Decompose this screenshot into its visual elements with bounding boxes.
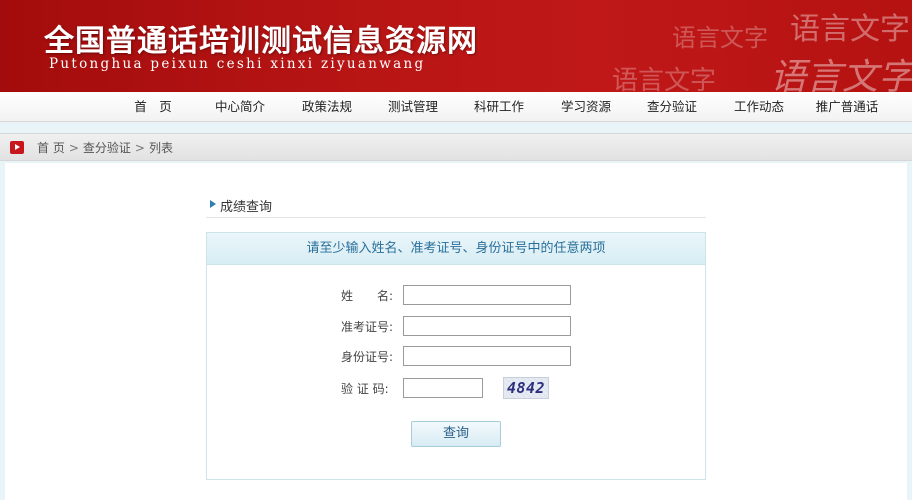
section-title: 成绩查询: [220, 200, 273, 215]
breadcrumb-home[interactable]: 首 页: [37, 141, 65, 155]
name-input[interactable]: [403, 285, 571, 305]
nav-item-news[interactable]: 工作动态: [727, 92, 791, 122]
play-icon: [10, 141, 24, 154]
breadcrumb-bar: 首 页 > 查分验证 > 列表: [0, 133, 912, 161]
site-banner: 语言文字 语言文字 语言文字 语言文字 全国普通话培训测试信息资源网 Puton…: [0, 0, 912, 92]
ticket-number-input[interactable]: [403, 316, 571, 336]
form-row-captcha: 验 证 码: 4842: [207, 377, 707, 400]
banner-decor-text: 语言文字: [672, 24, 768, 52]
captcha-input[interactable]: [403, 378, 483, 398]
banner-decor-text: 语言文字: [612, 66, 717, 92]
id-number-input[interactable]: [403, 346, 571, 366]
nav-item-about[interactable]: 中心简介: [208, 92, 272, 122]
ticket-number-label: 准考证号:: [341, 320, 394, 334]
section-header: 成绩查询: [206, 194, 706, 218]
breadcrumb-separator: >: [68, 141, 79, 155]
nav-item-home[interactable]: 首 页: [124, 92, 182, 122]
form-row-ticket: 准考证号:: [207, 316, 707, 338]
nav-item-policy[interactable]: 政策法规: [295, 92, 359, 122]
nav-item-promote[interactable]: 推广普通话: [810, 92, 884, 122]
triangle-right-icon: [210, 200, 216, 208]
main-nav: 首 页 中心简介 政策法规 测试管理 科研工作 学习资源 查分验证 工作动态 推…: [0, 92, 912, 122]
nav-item-learning[interactable]: 学习资源: [554, 92, 618, 122]
banner-decor-text: 语言文字: [790, 12, 910, 47]
form-instruction: 请至少输入姓名、准考证号、身份证号中的任意两项: [207, 233, 705, 265]
breadcrumb: 首 页 > 查分验证 > 列表: [37, 134, 173, 162]
query-button[interactable]: 查询: [411, 421, 501, 447]
nav-item-score-check[interactable]: 查分验证: [640, 92, 704, 122]
captcha-label: 验 证 码:: [341, 382, 389, 396]
nav-item-research[interactable]: 科研工作: [467, 92, 531, 122]
breadcrumb-separator: >: [134, 141, 145, 155]
banner-decor-text: 语言文字: [770, 57, 912, 92]
form-row-name: 姓 名:: [207, 285, 707, 307]
breadcrumb-current: 列表: [148, 141, 173, 155]
id-number-label: 身份证号:: [341, 350, 394, 364]
captcha-image[interactable]: 4842: [503, 377, 549, 399]
nav-item-test-management[interactable]: 测试管理: [381, 92, 445, 122]
site-subtitle: Putonghua peixun ceshi xinxi ziyuanwang: [49, 56, 426, 72]
site-title: 全国普通话培训测试信息资源网: [44, 24, 478, 59]
name-label: 姓 名:: [341, 289, 394, 303]
breadcrumb-section[interactable]: 查分验证: [83, 141, 131, 155]
form-row-id: 身份证号:: [207, 346, 707, 368]
score-query-panel: 请至少输入姓名、准考证号、身份证号中的任意两项 姓 名: 准考证号: 身份证号:…: [206, 232, 706, 480]
